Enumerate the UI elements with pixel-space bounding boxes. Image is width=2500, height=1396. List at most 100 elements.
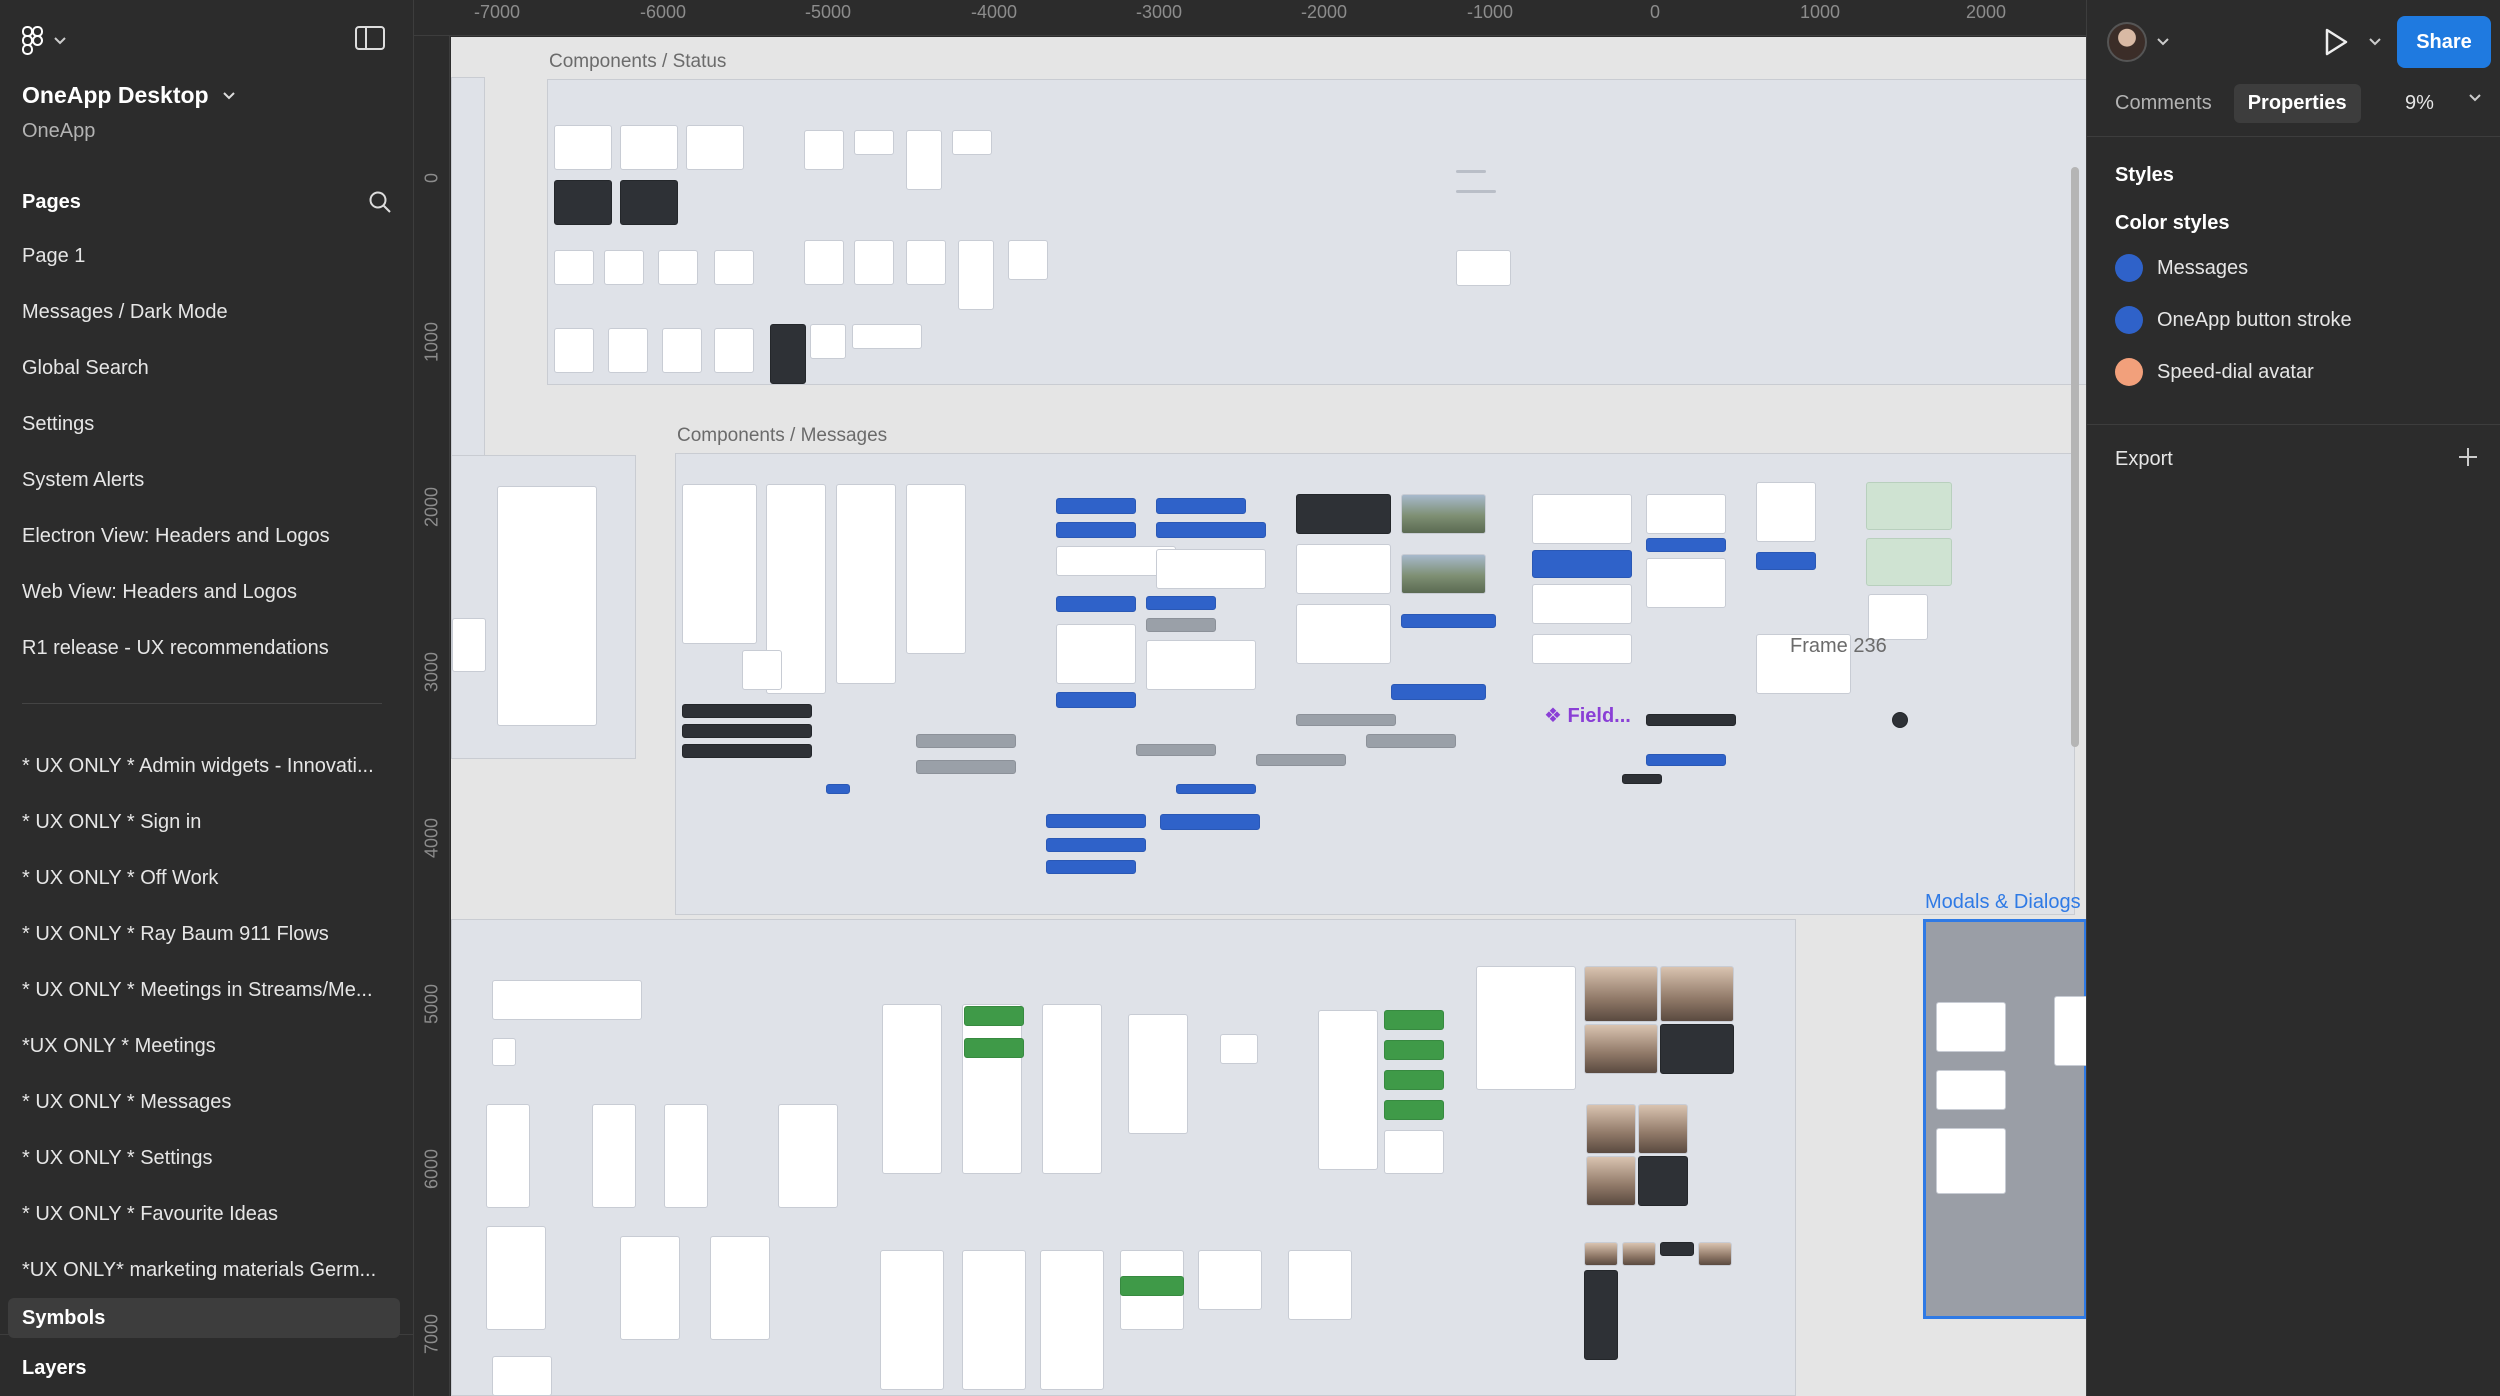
project-team[interactable]: OneApp: [22, 120, 95, 143]
frame-components-status[interactable]: [547, 79, 2086, 385]
component-card: [804, 130, 844, 170]
page-item[interactable]: *UX ONLY* marketing materials Germ...: [8, 1242, 400, 1298]
placeholder-line: [1456, 190, 1496, 193]
page-item[interactable]: * UX ONLY * Settings: [8, 1130, 400, 1186]
component-card: [604, 250, 644, 285]
list-thumbnail: [882, 1004, 942, 1174]
chevron-down-icon[interactable]: [2157, 38, 2169, 46]
main-menu-button[interactable]: [22, 26, 66, 56]
dialog-thumbnail: [1936, 1002, 2006, 1052]
frame-236-label[interactable]: Frame 236: [1790, 635, 1887, 658]
message-bubble: [1046, 838, 1146, 852]
message-bubble: [1532, 494, 1632, 544]
message-bubble: [1056, 498, 1136, 514]
frame-components-messages[interactable]: [675, 453, 2075, 915]
screen-thumbnail: [592, 1104, 636, 1208]
frame-flows[interactable]: [451, 919, 1796, 1396]
page-item[interactable]: Page 1: [8, 228, 400, 284]
page-item[interactable]: R1 release - UX recommendations: [8, 620, 400, 676]
project-title[interactable]: OneApp Desktop: [22, 82, 235, 109]
play-icon[interactable]: [2317, 24, 2353, 60]
color-style-item[interactable]: OneApp button stroke: [2115, 306, 2352, 334]
message-panel: [906, 484, 966, 654]
plus-icon[interactable]: [2457, 446, 2479, 468]
screen-thumbnail: [492, 1356, 552, 1396]
message-bubble: [1160, 814, 1260, 830]
message-bubble: [1532, 634, 1632, 664]
ruler-label: 0: [1649, 2, 1661, 22]
message-bubble: [1391, 684, 1486, 700]
page-item[interactable]: Settings: [8, 396, 400, 452]
ruler-label: 7000: [421, 1313, 442, 1355]
screen-thumbnail: [492, 980, 642, 1020]
frame-modals-dialogs[interactable]: [1923, 919, 2086, 1319]
component-card: [906, 240, 946, 285]
frame-label-status[interactable]: Components / Status: [549, 51, 726, 73]
page-item[interactable]: Electron View: Headers and Logos: [8, 508, 400, 564]
color-style-item[interactable]: Speed-dial avatar: [2115, 358, 2314, 386]
page-item[interactable]: * UX ONLY * Off Work: [8, 850, 400, 906]
field-component-label[interactable]: ❖ Field...: [1544, 703, 1631, 728]
message-bubble: [1646, 558, 1726, 608]
chevron-down-icon: [222, 91, 235, 99]
message-bubble: [1146, 618, 1216, 632]
canvas-scrollbar[interactable]: [2071, 167, 2079, 747]
screen-thumbnail: [710, 1236, 770, 1340]
message-bubble: [1646, 538, 1726, 552]
canvas-frame[interactable]: [451, 77, 485, 477]
sidebar-toggle-icon[interactable]: [355, 26, 385, 50]
page-item[interactable]: Messages / Dark Mode: [8, 284, 400, 340]
list-thumbnail: [1198, 1250, 1262, 1310]
chevron-down-icon: [54, 37, 66, 45]
frame-label-messages[interactable]: Components / Messages: [677, 425, 887, 447]
page-item[interactable]: * UX ONLY * Admin widgets - Innovati...: [8, 738, 400, 794]
color-swatch: [2115, 358, 2143, 386]
color-style-item[interactable]: Messages: [2115, 254, 2248, 282]
component-card: [658, 250, 698, 285]
page-item[interactable]: *UX ONLY * Meetings: [8, 1018, 400, 1074]
map-thumbnail: [1866, 482, 1952, 530]
message-bubble: [1176, 784, 1256, 794]
page-item-selected[interactable]: Symbols: [8, 1298, 400, 1338]
screen-thumbnail: [486, 1104, 530, 1208]
message-bubble: [1646, 754, 1726, 766]
design-canvas[interactable]: Components / Status Components / Message…: [451, 37, 2086, 1396]
message-bubble: [826, 784, 850, 794]
layers-section[interactable]: Layers: [0, 1334, 414, 1396]
search-icon[interactable]: [368, 190, 392, 214]
share-button[interactable]: Share: [2397, 16, 2491, 68]
canvas-frame[interactable]: [451, 455, 636, 759]
layers-title: Layers: [22, 1357, 87, 1379]
message-bubble: [1146, 640, 1256, 690]
message-bubble: [1056, 596, 1136, 612]
list-item-green: [1384, 1010, 1444, 1030]
zoom-level[interactable]: 9%: [2405, 92, 2434, 115]
component-card: [1456, 250, 1511, 286]
message-bubble: [1056, 624, 1136, 684]
chevron-down-icon[interactable]: [2469, 94, 2481, 102]
video-tile: [1584, 1024, 1658, 1074]
chevron-down-icon[interactable]: [2369, 38, 2381, 46]
component-card: [810, 324, 846, 359]
user-avatar[interactable]: [2107, 22, 2147, 62]
component-card: [854, 130, 894, 155]
frame-label-modals[interactable]: Modals & Dialogs: [1925, 891, 2081, 914]
page-item[interactable]: * UX ONLY * Ray Baum 911 Flows: [8, 906, 400, 962]
page-item[interactable]: * UX ONLY * Favourite Ideas: [8, 1186, 400, 1242]
color-swatch: [2115, 254, 2143, 282]
component-icon: ❖: [1544, 705, 1568, 727]
message-bubble: [1046, 860, 1136, 874]
page-item[interactable]: * UX ONLY * Sign in: [8, 794, 400, 850]
list-thumbnail: [1128, 1014, 1188, 1134]
page-item[interactable]: * UX ONLY * Messages: [8, 1074, 400, 1130]
tab-comments[interactable]: Comments: [2101, 84, 2226, 123]
page-divider: [22, 703, 382, 704]
page-item[interactable]: System Alerts: [8, 452, 400, 508]
screen-thumbnail: [486, 1226, 546, 1330]
message-bubble: [1056, 692, 1136, 708]
page-item[interactable]: * UX ONLY * Meetings in Streams/Me...: [8, 962, 400, 1018]
page-item[interactable]: Global Search: [8, 340, 400, 396]
page-item[interactable]: Web View: Headers and Logos: [8, 564, 400, 620]
component-card: [662, 328, 702, 373]
tab-properties[interactable]: Properties: [2233, 84, 2361, 123]
